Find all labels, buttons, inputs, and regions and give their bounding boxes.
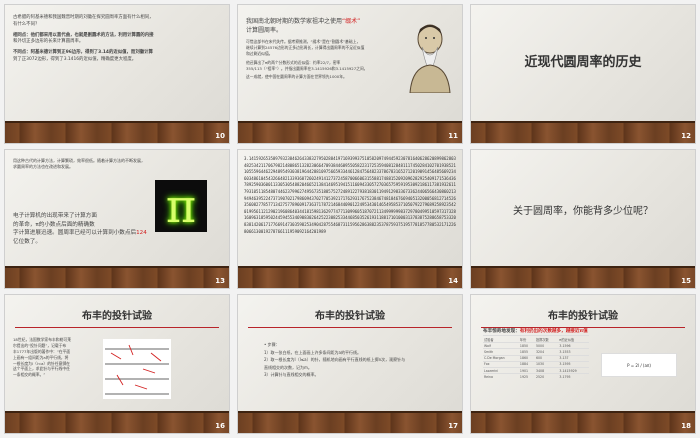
slide-number: 16 — [215, 422, 225, 430]
floor-decoration — [5, 411, 229, 433]
slide-title: 近现代圆周率的历史 — [524, 55, 642, 70]
table-row: Reina 1925 2520 3.1795 — [483, 373, 589, 380]
needle-diagram-icon — [103, 339, 171, 399]
slide-body: • 步骤： 1）取一张白纸，在上面画上许多条间距为a的平行线。 2）取一根长度为… — [264, 342, 406, 378]
floor-decoration — [238, 411, 462, 433]
floor-decoration — [238, 121, 462, 143]
slide-number: 15 — [681, 277, 691, 285]
slide-number: 14 — [448, 277, 458, 285]
slide-body-top: 用这种古代的计算方法，计算繁琐，效率很低。随着计算方法的不断发展， 求圆周率的方… — [13, 158, 145, 170]
slide-title: 布丰的投针试验 — [315, 311, 385, 322]
slide-body: 18世纪，法国数学家布丰和勒可莱 尔提出的“投针问题”，记载于布 丰1777年出… — [13, 337, 71, 378]
slide-number: 18 — [681, 422, 691, 430]
neon-pi-icon: π — [155, 180, 207, 232]
slide-thumb-10[interactable]: 古希腊的阿基米德和我国魏晋时期的刘徽在探究圆周率方面有什么相同， 有什么不同？ … — [4, 4, 230, 144]
slide-body: 可惜这部书在宋代失传。据考察推测，“缀术”是在“割圆术”基础上， 继续计算到24… — [246, 39, 368, 80]
slide-number: 11 — [448, 132, 458, 140]
floor-decoration — [471, 121, 695, 143]
floor-decoration — [238, 266, 462, 288]
slide-body-bottom: 电子计算机的出现带来了计算方面 的革命，π的小数点后面的精确数 字计算进展迅速。… — [13, 213, 147, 245]
slide-number: 17 — [448, 422, 458, 430]
probability-formula: P = 2l / (aπ) — [601, 353, 677, 377]
slide-number: 12 — [681, 132, 691, 140]
slide-thumb-13[interactable]: 用这种古代的计算方法，计算繁琐，效率很低。随着计算方法的不断发展， 求圆周率的方… — [4, 149, 230, 289]
slide-heading: 我国南北朝时期的数学家祖冲之使用“缀术” 计算圆周率。 — [246, 18, 361, 35]
table-header-row: 试验者 年份 投掷次数 π的近似值 — [483, 334, 589, 343]
floor-decoration — [5, 266, 229, 288]
floor-decoration — [471, 411, 695, 433]
pi-digits: 3.14159265358979323846264338327950288419… — [244, 156, 456, 234]
slide-title: 布丰的投针试验 — [82, 311, 152, 322]
zu-chongzhi-portrait-icon — [409, 24, 451, 93]
floor-decoration — [471, 266, 695, 288]
slide-title: 布丰的投针试验 — [548, 311, 618, 322]
slide-thumb-14[interactable]: 3.14159265358979323846264338327950288419… — [237, 149, 463, 289]
slide-thumb-12[interactable]: 近现代圆周率的历史 12 — [470, 4, 696, 144]
slide-number: 10 — [215, 132, 225, 140]
slide-question: 关于圆周率，你能背多少位呢？ — [513, 206, 653, 217]
slide-thumb-16[interactable]: 布丰的投针试验 18世纪，法国数学家布丰和勒可莱 尔提出的“投针问题”，记载于布… — [4, 294, 230, 434]
title-divider — [15, 327, 219, 328]
floor-decoration — [5, 121, 229, 143]
slide-number: 13 — [215, 277, 225, 285]
slide-thumb-17[interactable]: 布丰的投针试验 • 步骤： 1）取一张白纸，在上面画上许多条间距为a的平行线。 … — [237, 294, 463, 434]
slide-thumb-11[interactable]: 我国南北朝时期的数学家祖冲之使用“缀术” 计算圆周率。 可惜这部书在宋代失传。据… — [237, 4, 463, 144]
title-divider — [248, 327, 452, 328]
slide-body: 古希腊的阿基米德和我国魏晋时期的刘徽在探究圆周率方面有什么相同， 有什么不同？ … — [13, 15, 154, 63]
needle-results-table: 试验者 年份 投掷次数 π的近似值 Wolf 1850 5000 3.1596 Smith 1… — [483, 334, 589, 380]
slide-thumb-15[interactable]: 关于圆周率，你能背多少位呢？ 15 — [470, 149, 696, 289]
slide-thumb-18[interactable]: 布丰的投针试验 布丰惊奇地发现：有利扔出的次数越多，越接近π值 试验者 年份 投掷次… — [470, 294, 696, 434]
